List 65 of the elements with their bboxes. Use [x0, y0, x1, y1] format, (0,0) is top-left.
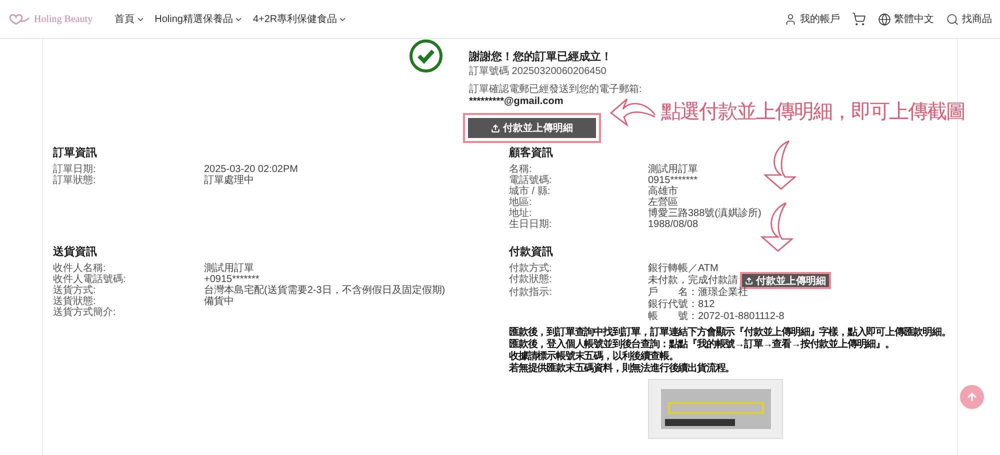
header-link[interactable]: 繁體中文 — [878, 12, 934, 26]
field-label: 電話號碼: — [509, 175, 553, 186]
field-label: 地區: — [509, 197, 533, 208]
payment-note: 匯款後，登入個人帳號並到後台查詢：點點『我的帳號→訂單→查看→按付款並上傳明細』。 — [509, 339, 896, 350]
arrow-up-icon — [966, 391, 978, 403]
annotation-text: 點選付款並上傳明細，即可上傳截圖 — [661, 98, 965, 125]
field-value: 2025-03-20 02:02PM — [204, 164, 298, 175]
payment-note: 匯款後，到訂單查詢中找到訂單，訂單連結下方會顯示『付款並上傳明細』字樣，點入即可上傳匯款明細。 — [509, 327, 952, 338]
upload-payment-button[interactable]: 付款並上傳明細 — [468, 118, 596, 138]
logo-text: Holing Beauty — [34, 14, 93, 24]
user-icon — [784, 12, 797, 26]
email-address: *********@gmail.com — [469, 96, 564, 107]
cart-icon — [852, 12, 866, 26]
upload-payment-button[interactable]: 付款並上傳明細 — [742, 274, 829, 287]
field-value: 訂單處理中 — [204, 175, 254, 186]
section-title: 訂單資訊 — [53, 146, 98, 160]
field-label: 收件人電話號碼: — [53, 274, 127, 285]
field-value: 備貨中 — [204, 296, 234, 307]
field-value: 銀行代號：812 — [648, 299, 715, 310]
field-value: +0915******* — [204, 274, 260, 285]
field-label: 訂單日期: — [53, 164, 97, 175]
field-label: 付款狀態: — [509, 274, 553, 286]
section-title: 送貨資訊 — [53, 244, 98, 259]
success-title: 謝謝您！您的訂單已經成立！ — [469, 50, 613, 64]
field-label: 付款方式: — [509, 263, 553, 274]
order-number: 訂單號碼 20250320060206450 — [469, 66, 608, 78]
field-label: 名稱: — [509, 164, 532, 175]
field-label: 城市 / 縣: — [509, 186, 552, 197]
field-value: 高雄市 — [648, 186, 678, 197]
field-value: 戶 名：滙璟企業社 — [648, 287, 748, 298]
payment-note: 若無提供匯款末五碼資料，則無法進行後續出貨流程。 — [509, 363, 736, 374]
field-value: 1988/08/08 — [648, 219, 698, 230]
field-value: 台灣本島宅配(送貨需要2-3日，不含例假日及固定假期) — [204, 285, 446, 296]
nav-link[interactable]: 4+2R專利保健食品 — [252, 12, 348, 26]
search-icon — [946, 12, 959, 26]
nav-link[interactable]: Holing精選保養品 — [154, 12, 243, 26]
field-label: 生日日期: — [509, 219, 553, 230]
field-value: 0915******* — [648, 175, 698, 186]
nav-link[interactable]: 首頁 — [114, 12, 145, 26]
upload-icon — [745, 276, 753, 284]
field-label: 送貨狀態: — [53, 296, 97, 307]
field-value: 銀行轉帳／ATM — [648, 263, 718, 274]
header-link[interactable]: 找商品 — [946, 12, 992, 26]
field-label: 送貨方式簡介: — [53, 307, 117, 318]
field-value: 測試用訂單 — [648, 164, 698, 175]
field-label: 送貨方式: — [53, 285, 97, 296]
email-note: 訂單確認電郵已經發送到您的電子郵箱: — [469, 84, 642, 96]
field-value: 博愛三路388號(滇娸診所) — [648, 208, 762, 219]
check-circle-icon — [409, 39, 443, 73]
field-label: 地址: — [509, 208, 533, 219]
section-title: 顧客資訊 — [509, 146, 554, 160]
cart-link[interactable] — [852, 12, 866, 26]
upload-icon — [491, 124, 500, 132]
field-value: 測試用訂單 — [204, 263, 254, 274]
logo-icon — [8, 13, 30, 25]
field-label: 付款指示: — [509, 287, 553, 300]
payment-note: 收據請標示帳號末五碼，以利後續查帳。 — [509, 351, 680, 362]
field-value: 左營區 — [648, 197, 678, 208]
field-value: 帳 號：2072-01-8801112-8 — [648, 311, 784, 322]
header-link[interactable]: 我的帳戶 — [784, 12, 840, 26]
section-title: 付款資訊 — [509, 244, 554, 259]
field-label: 收件人名稱: — [53, 263, 106, 274]
field-label: 訂單狀態: — [53, 175, 97, 186]
field-value: 未付款，完成付款請 — [648, 275, 738, 286]
globe-icon — [878, 12, 891, 26]
